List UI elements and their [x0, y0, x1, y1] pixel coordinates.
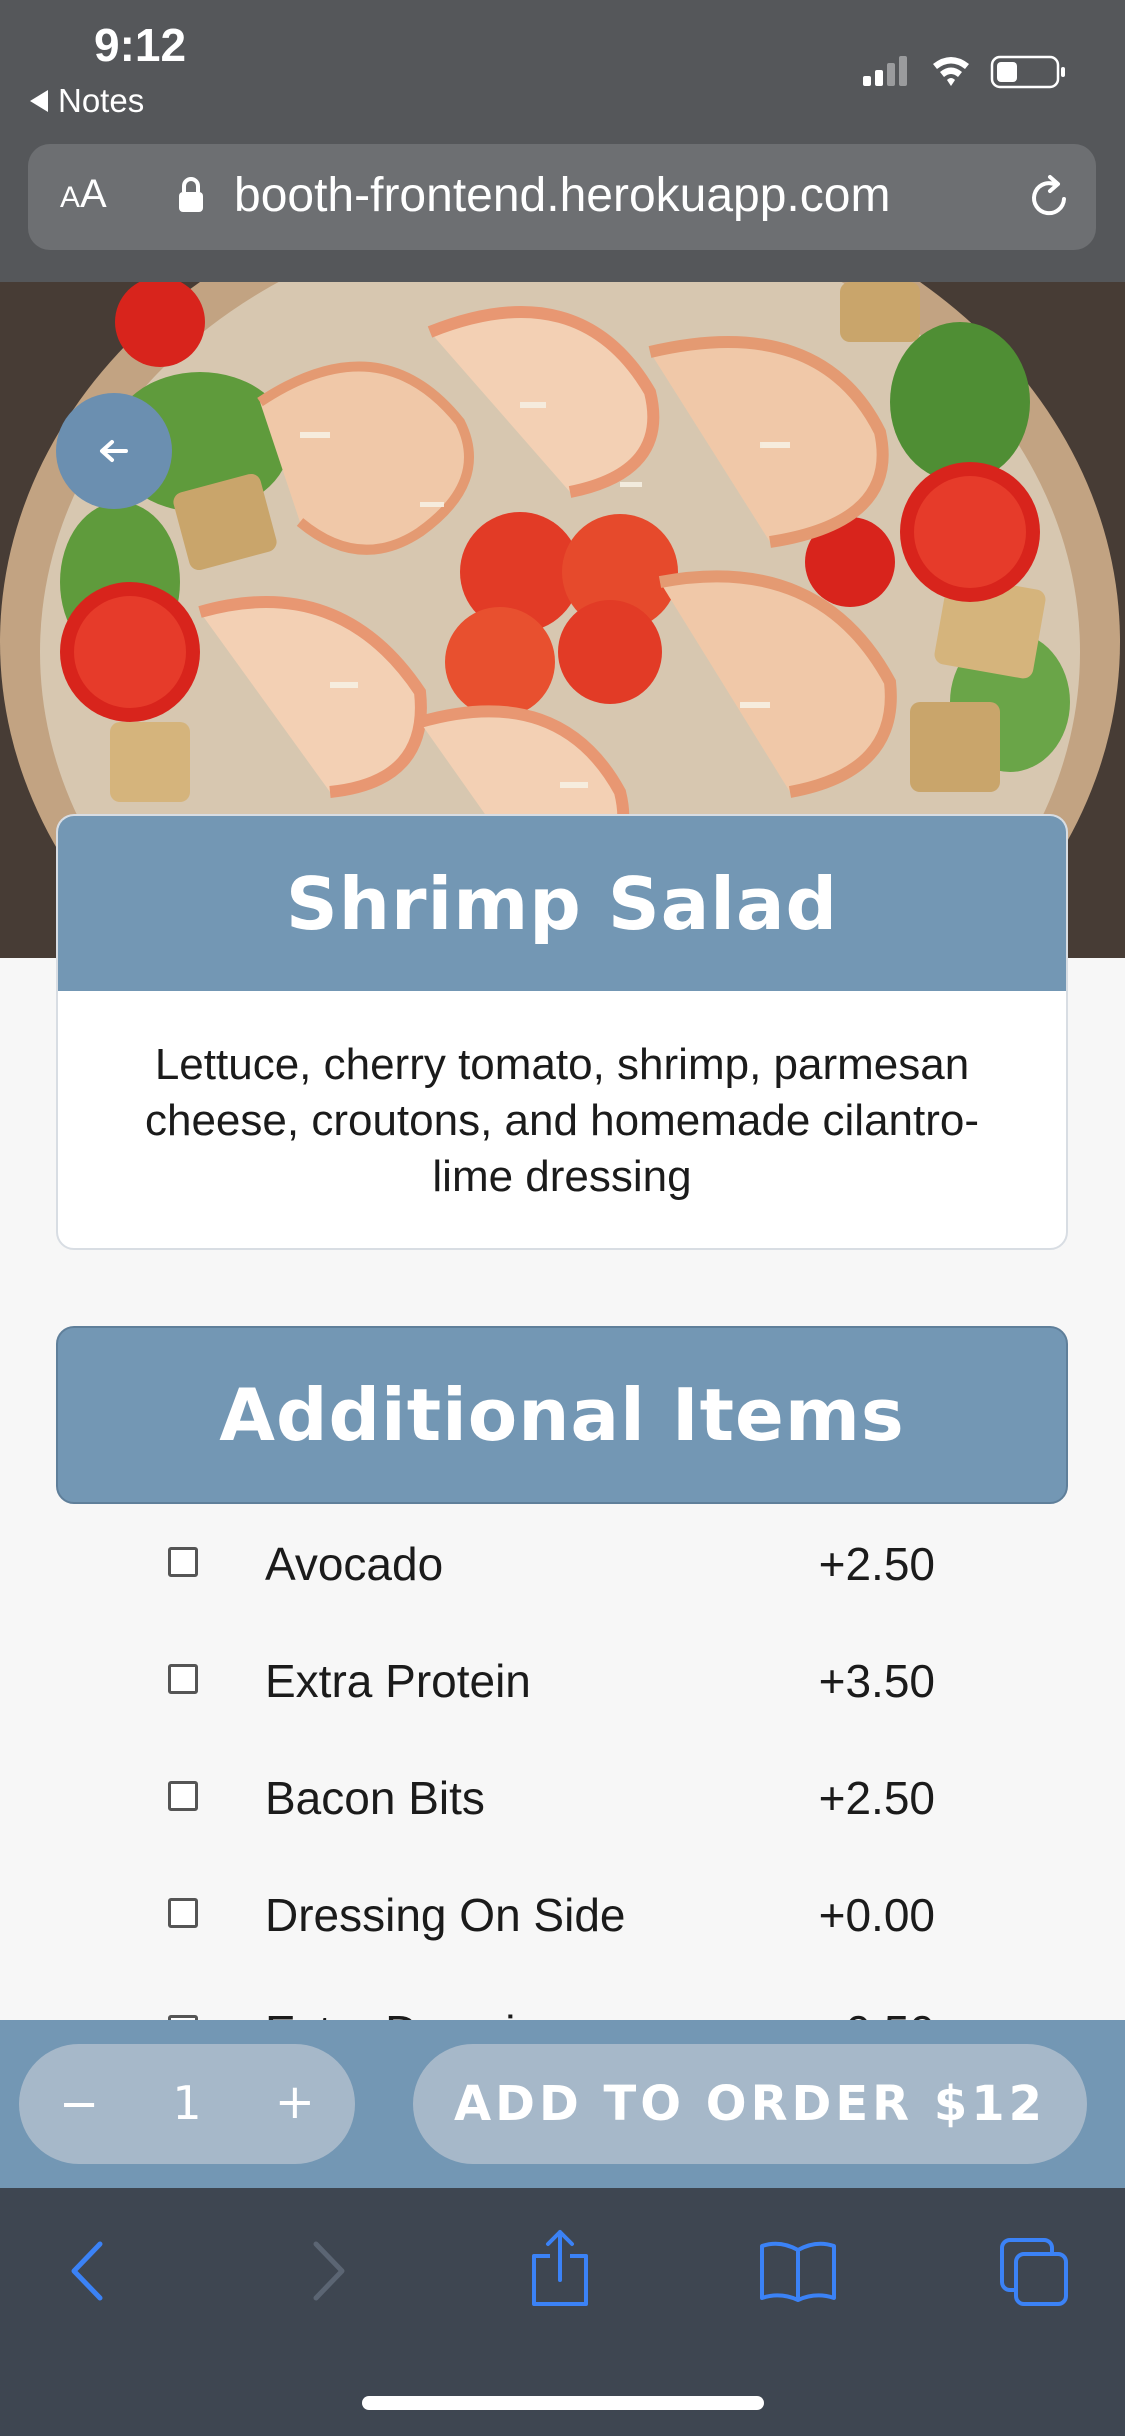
item-label: Avocado	[265, 1538, 444, 1590]
back-button[interactable]	[56, 393, 172, 509]
reload-icon[interactable]	[1024, 172, 1074, 222]
status-time: 9:12	[94, 19, 187, 71]
checkbox[interactable]	[168, 1664, 198, 1694]
signal-icon	[863, 56, 907, 86]
back-triangle-icon	[30, 90, 48, 112]
additional-items-heading: Additional Items	[56, 1326, 1068, 1504]
home-indicator[interactable]	[362, 2396, 764, 2410]
product-title: Shrimp Salad	[58, 816, 1066, 991]
product-card: Shrimp Salad Lettuce, cherry tomato, shr…	[56, 814, 1068, 1250]
increment-button[interactable]: +	[275, 2074, 315, 2130]
browser-chrome: 9:12 Notes AA booth-frontend.herokuapp.c…	[0, 0, 1125, 282]
quantity-stepper: − 1 +	[19, 2044, 355, 2164]
checkbox[interactable]	[168, 1781, 198, 1811]
list-item-avocado[interactable]: Avocado +2.50	[0, 1504, 1125, 1621]
list-item-extra-dressing[interactable]: Extra Dressing +0.50	[0, 1972, 1125, 2020]
back-to-notes-link[interactable]: Notes	[30, 82, 144, 120]
checkbox[interactable]	[168, 1547, 198, 1577]
battery-icon	[990, 55, 1065, 89]
bookmarks-icon[interactable]	[758, 2240, 838, 2304]
back-icon[interactable]	[66, 2236, 110, 2306]
item-price: +0.00	[818, 1889, 935, 1941]
add-to-order-button[interactable]: ADD TO ORDER $12	[413, 2044, 1087, 2164]
back-app-label: Notes	[58, 82, 145, 119]
item-price: +2.50	[818, 1538, 935, 1590]
list-item-dressing-on-side[interactable]: Dressing On Side +0.00	[0, 1855, 1125, 1972]
item-price: +3.50	[818, 1655, 935, 1707]
lock-icon	[179, 177, 203, 212]
wifi-icon	[933, 57, 969, 86]
additional-items-list: Avocado +2.50 Extra Protein +3.50 Bacon …	[0, 1504, 1125, 2020]
list-item-bacon-bits[interactable]: Bacon Bits +2.50	[0, 1738, 1125, 1855]
item-price: +2.50	[818, 1772, 935, 1824]
item-label: Extra Dressing	[265, 2005, 567, 2020]
url-text: booth-frontend.herokuapp.com	[234, 169, 891, 222]
item-label: Dressing On Side	[265, 1889, 626, 1941]
share-icon[interactable]	[528, 2228, 592, 2308]
order-bar: − 1 + ADD TO ORDER $12	[0, 2020, 1125, 2188]
status-icons	[863, 55, 1065, 89]
item-label: Bacon Bits	[265, 1772, 485, 1824]
address-bar[interactable]: AA booth-frontend.herokuapp.com	[28, 144, 1096, 250]
list-item-extra-protein[interactable]: Extra Protein +3.50	[0, 1621, 1125, 1738]
item-label: Extra Protein	[265, 1655, 531, 1707]
tabs-icon[interactable]	[998, 2236, 1070, 2308]
product-description: Lettuce, cherry tomato, shrimp, parmesan…	[144, 1040, 980, 1201]
forward-icon[interactable]	[306, 2236, 350, 2306]
item-price: +0.50	[819, 2005, 935, 2020]
checkbox[interactable]	[168, 1898, 198, 1928]
text-size-button[interactable]: AA	[60, 172, 107, 217]
arrow-left-icon	[100, 440, 128, 462]
